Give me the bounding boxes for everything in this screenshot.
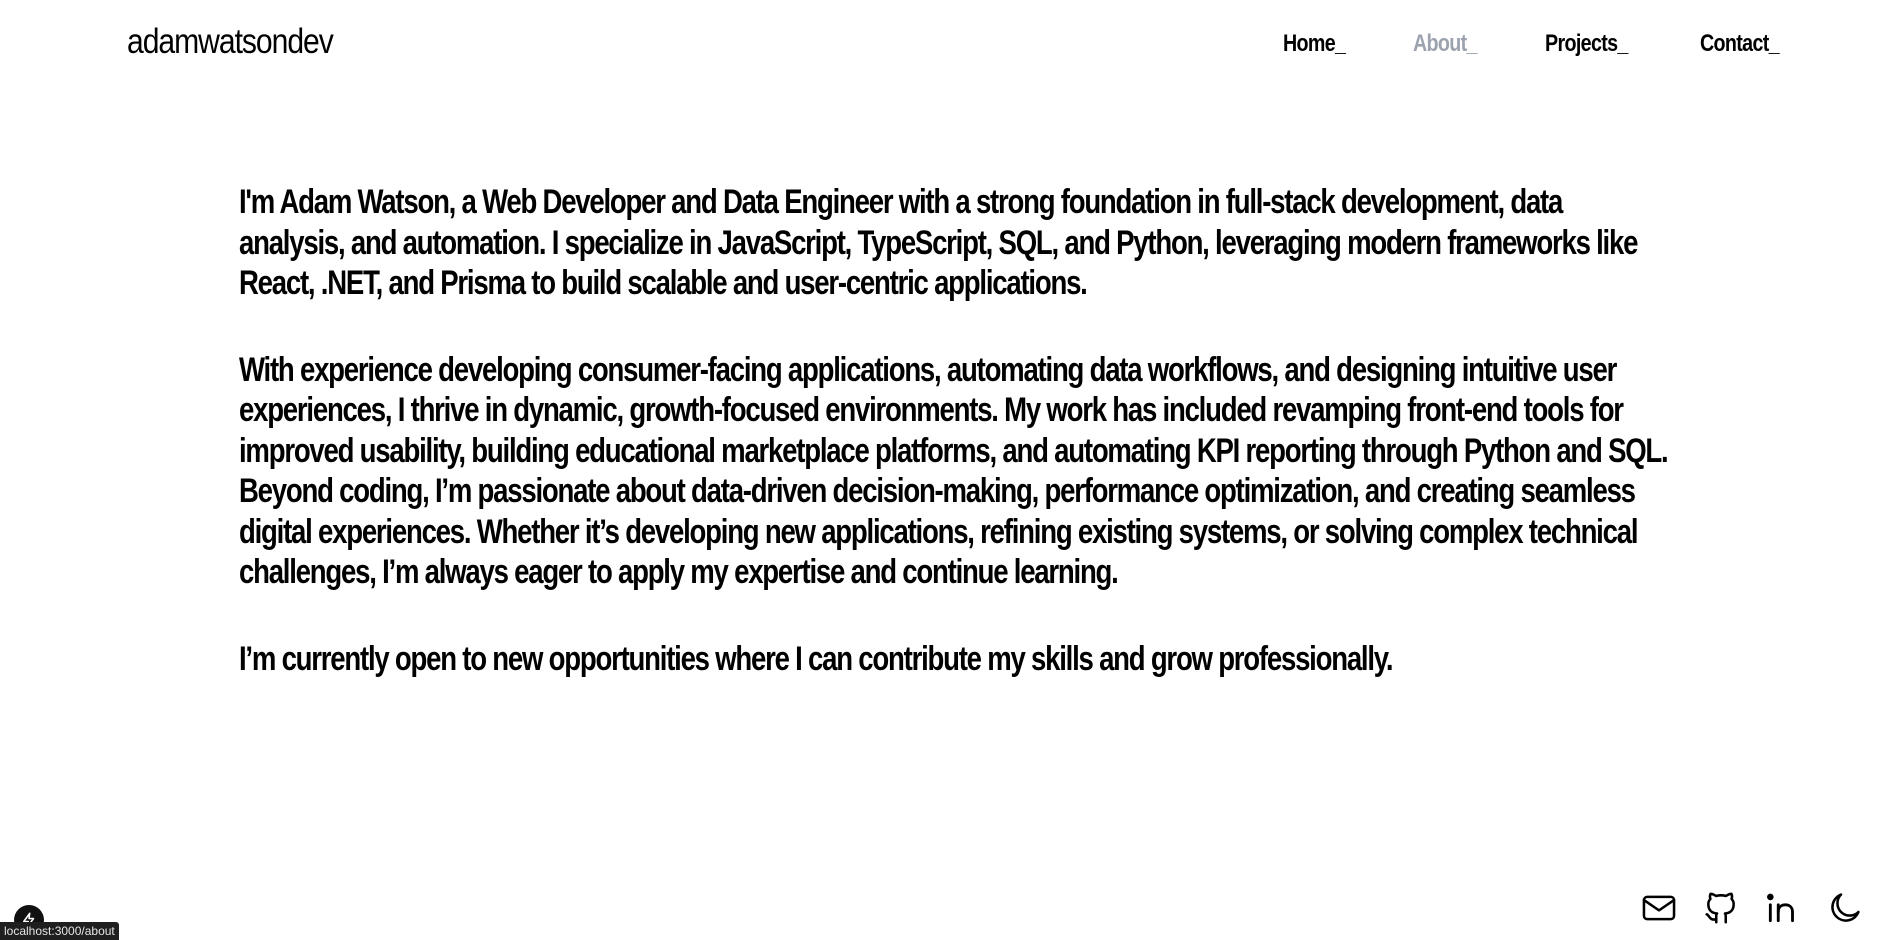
mail-icon[interactable] [1640, 889, 1678, 927]
about-experience-paragraph: With experience developing consumer-faci… [239, 350, 1669, 592]
nav-link-contact[interactable]: Contact_ [1700, 30, 1780, 58]
about-intro-paragraph: I'm Adam Watson, a Web Developer and Dat… [239, 183, 1638, 302]
nav-link-home[interactable]: Home_ [1283, 30, 1346, 58]
linkedin-icon[interactable] [1764, 889, 1802, 927]
main-nav: Home_ About_ Projects_ Contact_ [0, 30, 1895, 64]
link-preview-status-bar: localhost:3000/about [0, 922, 119, 940]
nav-link-projects[interactable]: Projects_ [1545, 30, 1628, 58]
about-availability-paragraph: I’m currently open to new opportunities … [239, 639, 1394, 678]
about-content: I'm Adam Watson, a Web Developer and Dat… [239, 182, 1669, 725]
social-links [1640, 888, 1864, 928]
moon-icon[interactable] [1826, 889, 1864, 927]
site-header: adamwatsondev Home_ About_ Projects_ Con… [0, 0, 1895, 90]
nav-link-about[interactable]: About_ [1413, 30, 1477, 58]
github-icon[interactable] [1702, 889, 1740, 927]
